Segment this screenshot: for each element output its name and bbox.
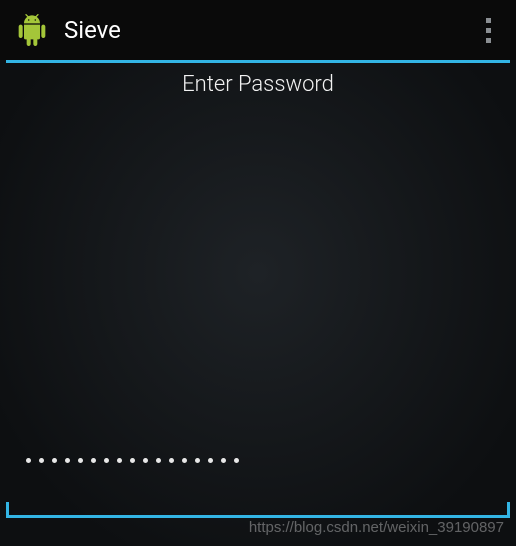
password-dot	[234, 458, 239, 463]
password-dot	[52, 458, 57, 463]
watermark-text: https://blog.csdn.net/weixin_39190897	[249, 519, 504, 536]
password-dot	[117, 458, 122, 463]
password-dot	[169, 458, 174, 463]
action-bar: Sieve	[0, 0, 516, 60]
app-title: Sieve	[64, 16, 121, 44]
password-dot	[130, 458, 135, 463]
password-dot	[208, 458, 213, 463]
password-dot	[26, 458, 31, 463]
password-dot	[39, 458, 44, 463]
password-dot	[156, 458, 161, 463]
password-dot	[195, 458, 200, 463]
password-dot	[143, 458, 148, 463]
password-dot	[91, 458, 96, 463]
password-prompt-label: Enter Password	[0, 72, 516, 97]
content-frame	[6, 60, 510, 518]
android-icon	[16, 14, 48, 46]
password-input[interactable]	[26, 458, 239, 463]
password-dot	[221, 458, 226, 463]
overflow-menu-icon[interactable]	[476, 12, 500, 48]
password-dot	[182, 458, 187, 463]
password-dot	[104, 458, 109, 463]
password-dot	[65, 458, 70, 463]
password-dot	[78, 458, 83, 463]
